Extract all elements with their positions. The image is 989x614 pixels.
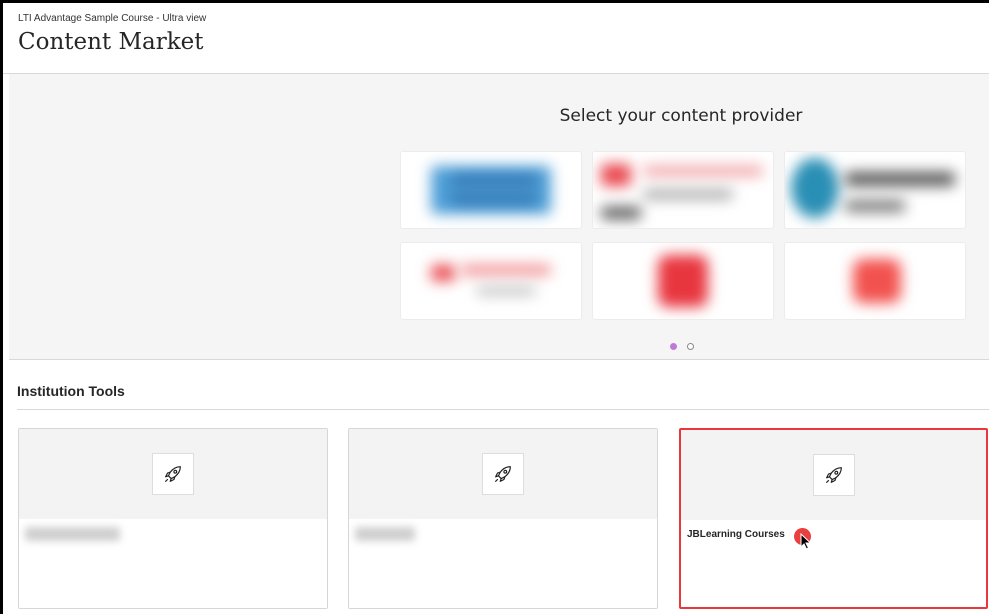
rocket-icon: [482, 453, 524, 495]
carousel-pagination: [670, 337, 700, 355]
provider-tile-4[interactable]: [400, 242, 582, 320]
provider-tile-6[interactable]: [784, 242, 966, 320]
mouse-pointer-icon: [800, 532, 812, 555]
provider-heading: Select your content provider: [559, 106, 803, 126]
provider-tile-1[interactable]: [400, 151, 582, 229]
section-divider: [17, 409, 989, 410]
provider-tile-2[interactable]: [592, 151, 774, 229]
content-provider-section: Select your content provider: [9, 74, 989, 360]
card-banner: [19, 429, 327, 519]
tool-card-label[interactable]: JBLearning Courses: [687, 529, 785, 540]
tool-card-2[interactable]: [348, 428, 658, 609]
institution-tools-title: Institution Tools: [17, 383, 125, 399]
provider-tile-3[interactable]: [784, 151, 966, 229]
rocket-icon: [152, 453, 194, 495]
card-banner: [681, 430, 986, 520]
rocket-icon: [812, 454, 855, 496]
carousel-dot-2[interactable]: [687, 343, 695, 350]
tool-card-1[interactable]: [18, 428, 328, 609]
provider-tile-5[interactable]: [592, 242, 774, 320]
tool-card-jblearning[interactable]: JBLearning Courses: [679, 428, 988, 609]
page-header: LTI Advantage Sample Course - Ultra view…: [3, 3, 989, 74]
carousel-dot-1[interactable]: [670, 343, 677, 350]
page-title: Content Market: [18, 29, 204, 55]
tool-card-label-blurred: [25, 527, 120, 541]
tool-card-label-blurred: [355, 527, 415, 541]
course-name[interactable]: LTI Advantage Sample Course - Ultra view: [18, 13, 206, 24]
card-banner: [349, 429, 657, 519]
